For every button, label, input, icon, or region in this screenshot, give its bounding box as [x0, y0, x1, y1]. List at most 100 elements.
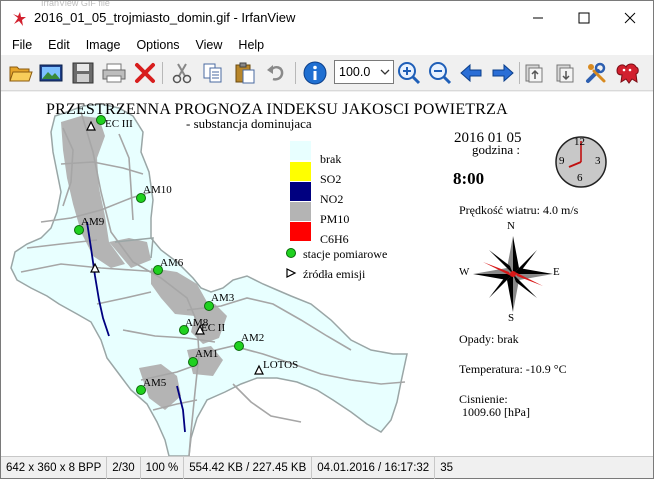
settings-button[interactable] — [583, 60, 609, 86]
status-dimensions: 642 x 360 x 8 BPP — [1, 456, 108, 479]
close-icon — [624, 12, 636, 24]
move-page-button[interactable] — [552, 60, 578, 86]
copy-icon — [203, 63, 222, 83]
save-button[interactable] — [70, 60, 96, 86]
legend-label-c6h6: C6H6 — [320, 232, 349, 246]
previous-button[interactable] — [458, 60, 484, 86]
cut-icon — [172, 63, 192, 84]
menu-image[interactable]: Image — [78, 35, 129, 55]
menu-bar: File Edit Image Options View Help — [1, 35, 653, 55]
status-extra: 35 — [440, 461, 453, 474]
open-folder-icon — [9, 66, 33, 82]
maximize-button[interactable] — [561, 1, 607, 35]
next-icon — [492, 63, 514, 83]
copy-page-button[interactable] — [521, 60, 547, 86]
legend-label-no2: NO2 — [320, 192, 344, 206]
compass-south: S — [508, 312, 515, 324]
station-label-am5: AM5 — [143, 377, 167, 389]
menu-options[interactable]: Options — [128, 35, 187, 55]
minimize-icon — [533, 17, 543, 19]
status-zoom: 100 % — [141, 456, 185, 479]
clock-number-12: 12 — [574, 136, 585, 148]
zoom-select[interactable]: 100.0 — [334, 60, 394, 84]
delete-icon — [135, 63, 155, 83]
clock-number-9: 9 — [559, 155, 565, 167]
slideshow-button[interactable] — [38, 60, 64, 86]
clock-number-3: 3 — [595, 155, 601, 167]
toolbar-separator — [519, 62, 520, 84]
menu-file[interactable]: File — [1, 35, 40, 55]
next-button[interactable] — [490, 60, 516, 86]
legend-swatch-c6h6 — [290, 222, 311, 241]
compass-east: E — [553, 266, 560, 278]
legend-swatch-no2 — [290, 182, 311, 201]
status-datetime: 04.01.2016 / 16:17:32 — [312, 456, 436, 479]
legend-swatch-brak — [290, 141, 311, 160]
irfanview-window: IrfanView GIF file 2016_01_05_trojmiasto… — [0, 0, 654, 479]
hour-label: godzina : — [472, 142, 521, 157]
status-file-size: 554.42 KB / 227.45 KB — [184, 456, 313, 479]
chevron-down-icon — [380, 69, 390, 75]
zoom-value: 100.0 — [339, 65, 371, 79]
paste-icon — [235, 62, 255, 84]
menu-edit[interactable]: Edit — [40, 35, 78, 55]
compass-north: N — [507, 220, 515, 232]
settings-icon — [586, 62, 606, 83]
legend-swatch-so2 — [290, 162, 311, 181]
zoom-in-icon — [398, 62, 421, 85]
copy-page-icon — [525, 64, 543, 83]
station-label-ec2: EC II — [201, 322, 226, 334]
toolbar — [1, 55, 653, 91]
precipitation: Opady: brak — [459, 332, 519, 346]
station-label-am9: AM9 — [81, 216, 105, 228]
zoom-in-button[interactable] — [396, 60, 422, 86]
map-subtitle: - substancja dominujaca — [186, 116, 312, 131]
print-icon — [102, 63, 126, 83]
legend-symbols — [286, 248, 297, 278]
menu-view[interactable]: View — [188, 35, 231, 55]
station-label-ec3: EC III — [105, 118, 133, 130]
forecast-time: 8:00 — [453, 169, 485, 188]
legend-label-brak: brak — [320, 152, 342, 166]
info-button[interactable] — [302, 60, 328, 86]
pressure-value: 1009.60 [hPa] — [462, 405, 530, 419]
move-page-icon — [556, 64, 574, 83]
paste-button[interactable] — [232, 60, 258, 86]
menu-help[interactable]: Help — [230, 35, 272, 55]
background-window-strip: IrfanView GIF file — [41, 1, 110, 6]
compass-rose — [473, 236, 553, 312]
delete-button[interactable] — [132, 60, 158, 86]
window-title: 2016_01_05_trojmiasto_domin.gif - IrfanV… — [34, 10, 296, 25]
print-button[interactable] — [101, 60, 127, 86]
undo-icon — [267, 65, 284, 81]
legend-label-so2: SO2 — [320, 172, 342, 186]
close-button[interactable] — [607, 1, 653, 35]
clock-number-6: 6 — [577, 172, 583, 184]
toolbar-separator — [295, 62, 296, 84]
open-button[interactable] — [8, 60, 34, 86]
status-bar: 642 x 360 x 8 BPP 2/30 100 % 554.42 KB /… — [1, 456, 653, 479]
station-label-am10: AM10 — [143, 184, 172, 196]
station-label-am1: AM1 — [195, 348, 219, 360]
about-button[interactable] — [614, 60, 640, 86]
status-file-index: 2/30 — [107, 456, 141, 479]
title-bar[interactable]: IrfanView GIF file 2016_01_05_trojmiasto… — [1, 1, 653, 35]
legend-swatch-pm10 — [290, 202, 311, 221]
station-label-lotos: LOTOS — [263, 359, 299, 371]
info-icon — [303, 61, 327, 85]
legend-label-sources: źródła emisji — [303, 267, 366, 281]
cut-button[interactable] — [169, 60, 195, 86]
legend-label-pm10: PM10 — [320, 212, 350, 226]
temperature: Temperatura: -10.9 °C — [459, 362, 567, 376]
toolbar-separator — [162, 62, 163, 84]
zoom-out-button[interactable] — [427, 60, 453, 86]
image-viewport[interactable]: PRZESTRZENNA PROGNOZA INDEKSU JAKOSCI PO… — [1, 92, 653, 456]
wind-speed: Prędkość wiatru: 4.0 m/s — [459, 203, 579, 217]
undo-button[interactable] — [263, 60, 289, 86]
maximize-icon — [578, 12, 590, 24]
minimize-button[interactable] — [515, 1, 561, 35]
irfanview-app-icon[interactable] — [10, 10, 28, 28]
station-label-am2: AM2 — [241, 332, 265, 344]
zoom-out-icon — [429, 62, 452, 85]
copy-button[interactable] — [200, 60, 226, 86]
